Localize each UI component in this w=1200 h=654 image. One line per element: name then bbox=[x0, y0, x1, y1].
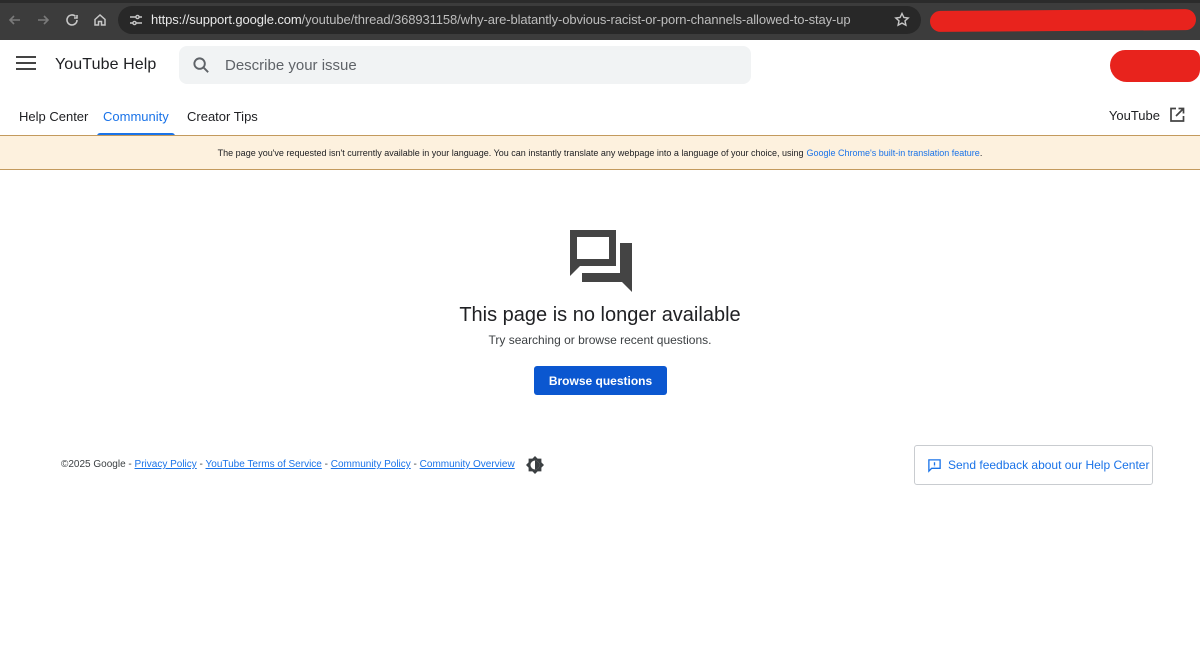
chrome-translate-link[interactable]: Google Chrome's built-in translation fea… bbox=[807, 148, 980, 158]
search-icon bbox=[193, 57, 209, 73]
community-policy-link[interactable]: Community Policy bbox=[331, 459, 411, 470]
terms-of-service-link[interactable]: YouTube Terms of Service bbox=[206, 459, 322, 470]
product-name[interactable]: YouTube Help bbox=[55, 56, 156, 74]
community-overview-link[interactable]: Community Overview bbox=[420, 459, 515, 470]
nav-tabs: Help Center Community Creator Tips YouTu… bbox=[0, 96, 1200, 136]
back-icon[interactable] bbox=[4, 9, 26, 31]
youtube-external-link[interactable]: YouTube bbox=[1109, 106, 1186, 124]
redaction-mark bbox=[929, 9, 1197, 32]
tab-strip bbox=[0, 0, 1200, 3]
home-icon[interactable] bbox=[89, 9, 111, 31]
translation-banner: The page you've requested isn't currentl… bbox=[0, 135, 1200, 170]
app-header: YouTube Help bbox=[0, 40, 1200, 96]
open-in-new-icon bbox=[1170, 107, 1185, 122]
search-box[interactable] bbox=[179, 46, 751, 84]
banner-suffix: . bbox=[979, 147, 983, 158]
copyright: ©2025 Google bbox=[61, 459, 126, 470]
forward-icon[interactable] bbox=[32, 9, 54, 31]
tab-creator-tips[interactable]: Creator Tips bbox=[187, 96, 258, 136]
browser-toolbar: https://support.google.com/youtube/threa… bbox=[0, 0, 1200, 40]
privacy-policy-link[interactable]: Privacy Policy bbox=[135, 459, 197, 470]
footer: ©2025 Google - Privacy Policy - YouTube … bbox=[61, 459, 515, 470]
dark-mode-toggle-icon[interactable] bbox=[525, 455, 545, 475]
tab-community[interactable]: Community bbox=[97, 96, 175, 136]
banner-text: The page you've requested isn't currentl… bbox=[217, 147, 804, 158]
reload-icon[interactable] bbox=[61, 9, 83, 31]
menu-icon[interactable] bbox=[16, 56, 36, 72]
url-path: /youtube/thread/368931158/why-are-blatan… bbox=[301, 12, 851, 27]
browse-questions-button[interactable]: Browse questions bbox=[534, 366, 667, 395]
url-text: https://support.google.com/youtube/threa… bbox=[151, 12, 851, 27]
bookmark-star-icon[interactable] bbox=[893, 11, 911, 29]
tab-help-center[interactable]: Help Center bbox=[19, 96, 88, 136]
site-info-icon[interactable] bbox=[128, 12, 144, 28]
feedback-icon bbox=[928, 458, 941, 473]
address-bar[interactable]: https://support.google.com/youtube/threa… bbox=[118, 6, 921, 34]
forum-icon bbox=[570, 230, 632, 292]
url-host: https://support.google.com bbox=[151, 12, 302, 27]
feedback-label: Send feedback about our Help Center bbox=[948, 458, 1150, 472]
page-subtitle: Try searching or browse recent questions… bbox=[488, 333, 712, 347]
send-feedback-button[interactable]: Send feedback about our Help Center bbox=[914, 445, 1153, 485]
redaction-mark bbox=[1110, 50, 1200, 82]
page-title: This page is no longer available bbox=[459, 304, 741, 326]
youtube-link-label: YouTube bbox=[1108, 107, 1160, 123]
search-input[interactable] bbox=[223, 46, 733, 84]
